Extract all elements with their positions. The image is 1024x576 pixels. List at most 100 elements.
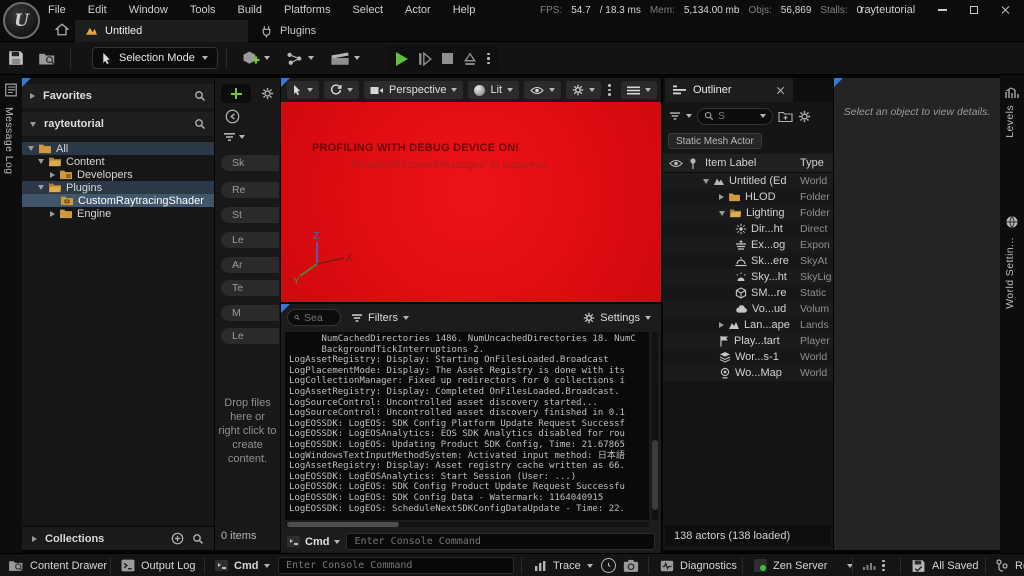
column-type[interactable]: Type <box>800 157 824 169</box>
outliner-row-hlod[interactable]: HLODFolder <box>663 189 833 205</box>
asset-filter-chip[interactable]: Sk <box>221 155 279 171</box>
play-icon[interactable] <box>396 52 408 66</box>
close-button[interactable] <box>992 0 1020 20</box>
menu-actor[interactable]: Actor <box>405 4 431 16</box>
log-vertical-scrollbar[interactable] <box>652 332 658 520</box>
outliner-row-lighting[interactable]: LightingFolder <box>663 205 833 221</box>
tab-outliner[interactable]: Outliner <box>665 78 793 102</box>
expander-icon[interactable] <box>50 172 55 178</box>
expander-icon[interactable] <box>32 536 37 542</box>
favorites-header[interactable]: Favorites <box>22 84 214 108</box>
expander-icon[interactable] <box>38 185 44 190</box>
outliner-row-world[interactable]: Untitled (EdWorld <box>663 173 833 189</box>
source-root-header[interactable]: rayteutorial <box>22 112 214 136</box>
frame-skip-icon[interactable] <box>418 52 432 66</box>
expander-icon[interactable] <box>719 194 724 200</box>
expander-icon[interactable] <box>38 159 44 164</box>
search-icon[interactable] <box>194 118 206 130</box>
blueprints-button[interactable] <box>286 47 314 69</box>
expander-icon[interactable] <box>719 211 725 216</box>
unreal-logo[interactable]: U <box>3 2 40 39</box>
outliner-row-exponential-fog[interactable]: Ex...ogExpon <box>663 237 833 253</box>
gear-icon[interactable] <box>798 110 811 123</box>
tree-item-custom-raytracing-shader[interactable]: CustomRaytracingShader <box>22 194 214 207</box>
outliner-row-sky-atmosphere[interactable]: Sk...ereSkyAt <box>663 253 833 269</box>
cmd-dropdown[interactable]: Cmd <box>287 536 340 548</box>
search-icon[interactable] <box>192 533 204 545</box>
asset-filter-chip[interactable]: Re <box>221 182 279 198</box>
viewport-settings-dropdown[interactable] <box>566 81 601 99</box>
log-search-box[interactable] <box>287 309 341 326</box>
asset-filter-chip[interactable]: M <box>221 305 279 321</box>
pin-icon[interactable] <box>688 157 698 170</box>
chevron-down-icon[interactable] <box>239 135 245 139</box>
add-actor-button[interactable] <box>240 47 270 69</box>
chevron-down-icon[interactable] <box>686 114 692 118</box>
expander-icon[interactable] <box>50 211 55 217</box>
add-collection-icon[interactable] <box>171 532 184 545</box>
filter-icon[interactable] <box>669 111 681 121</box>
log-filters-dropdown[interactable]: Filters <box>351 309 409 326</box>
outliner-search-box[interactable] <box>697 108 773 125</box>
back-arrow-icon[interactable] <box>225 109 240 124</box>
outliner-row-world-minimap[interactable]: Wo...MapWorld <box>663 365 833 381</box>
tree-item-plugins[interactable]: Plugins <box>22 181 214 194</box>
column-item-label[interactable]: Item Label <box>705 157 756 169</box>
new-folder-icon[interactable] <box>778 110 793 123</box>
outliner-filter-chip[interactable]: Static Mesh Actor <box>668 133 762 149</box>
menu-platforms[interactable]: Platforms <box>284 4 330 16</box>
screenshot-button[interactable] <box>623 554 639 576</box>
stop-icon[interactable] <box>442 53 453 64</box>
outliner-search-input[interactable] <box>718 110 756 122</box>
expander-icon[interactable] <box>30 122 36 127</box>
statusbar-cmd-dropdown[interactable]: Cmd <box>215 554 270 576</box>
viewport-more-icon[interactable] <box>608 84 611 96</box>
derived-data-button[interactable] <box>862 554 885 576</box>
perspective-dropdown[interactable]: Perspective <box>364 81 463 99</box>
zen-server-dropdown[interactable]: Zen Server <box>754 554 853 576</box>
source-save-status[interactable]: All Saved <box>911 554 978 576</box>
level-viewport[interactable]: Perspective Lit <box>281 78 661 302</box>
collections-header[interactable]: Collections <box>22 526 214 550</box>
viewport-render-area[interactable]: PROFILING WITH DEBUG DEVICE ON! 'Disable… <box>281 102 661 302</box>
cinematics-button[interactable] <box>330 47 360 69</box>
log-settings-dropdown[interactable]: Settings <box>583 309 651 326</box>
asset-filter-chip[interactable]: Le <box>221 328 279 344</box>
home-icon[interactable] <box>55 23 69 36</box>
log-horizontal-scrollbar[interactable] <box>285 522 649 527</box>
menu-edit[interactable]: Edit <box>88 4 107 16</box>
close-icon[interactable] <box>776 86 785 95</box>
show-flags-dropdown[interactable] <box>524 81 561 99</box>
expander-icon[interactable] <box>719 322 724 328</box>
statusbar-console-input[interactable] <box>278 557 514 574</box>
tree-item-content[interactable]: Content <box>22 155 214 168</box>
add-content-button[interactable] <box>221 84 251 103</box>
eject-icon[interactable] <box>463 52 477 66</box>
menu-window[interactable]: Window <box>129 4 168 16</box>
tree-item-engine[interactable]: Engine <box>22 207 214 220</box>
save-button[interactable] <box>8 47 24 69</box>
tab-untitled-level[interactable]: Untitled <box>75 20 248 42</box>
minimize-button[interactable] <box>928 0 956 20</box>
maximize-button[interactable] <box>960 0 988 20</box>
asset-filter-chip[interactable]: Ar <box>221 257 279 273</box>
tab-message-log[interactable]: Message Log <box>3 107 15 174</box>
gear-icon[interactable] <box>261 87 274 100</box>
console-command-input[interactable] <box>346 533 655 550</box>
asset-filter-chip[interactable]: Le <box>221 232 279 248</box>
trace-dropdown[interactable]: Trace <box>534 554 593 576</box>
asset-filter-chip[interactable]: Te <box>221 280 279 296</box>
outliner-row-player-start[interactable]: Play...tartPlayer <box>663 333 833 349</box>
outliner-row-volumetric-cloud[interactable]: Vo...udVolum <box>663 301 833 317</box>
menu-build[interactable]: Build <box>238 4 262 16</box>
expander-icon[interactable] <box>28 146 34 151</box>
tab-world-settings[interactable]: World Settin... <box>1004 237 1016 309</box>
content-drawer-button[interactable]: Content Drawer <box>8 554 107 576</box>
scrollbar-thumb[interactable] <box>287 522 399 527</box>
tree-item-developers[interactable]: Developers <box>22 168 214 181</box>
menu-select[interactable]: Select <box>352 4 383 16</box>
view-mode-dropdown[interactable]: Lit <box>468 81 519 99</box>
outliner-row-sky-light[interactable]: Sky...htSkyLig <box>663 269 833 285</box>
transform-gizmo-button[interactable] <box>324 81 359 99</box>
menu-tools[interactable]: Tools <box>190 4 216 16</box>
